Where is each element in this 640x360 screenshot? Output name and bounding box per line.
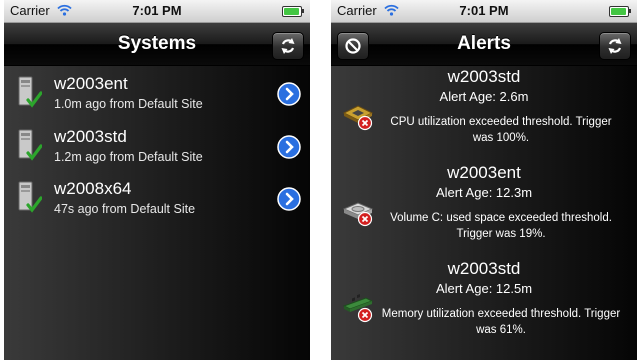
- alert-age: Alert Age: 12.5m: [435, 281, 533, 296]
- system-last-seen: 1.2m ago from Default Site: [54, 150, 203, 164]
- system-name: w2003std: [54, 127, 127, 146]
- server-ok-icon: [18, 129, 42, 161]
- alerts-screen: Carrier 7:01 PM Alerts w2003std Alert Ag…: [331, 0, 637, 360]
- battery-icon: [282, 6, 304, 17]
- status-time: 7:01 PM: [132, 3, 182, 18]
- alert-system-name: w2003std: [447, 259, 521, 278]
- system-last-seen: 1.0m ago from Default Site: [54, 97, 203, 111]
- refresh-icon: [608, 38, 622, 54]
- disk-alert-icon: [342, 202, 374, 227]
- alert-message: CPU utilization exceeded threshold. Trig…: [390, 116, 612, 144]
- nav-bar: Systems: [4, 23, 310, 66]
- alert-item[interactable]: w2003std Alert Age: 12.5m Memory utiliza…: [331, 259, 637, 355]
- system-row[interactable]: w2003ent 1.0m ago from Default Site: [4, 70, 310, 122]
- page-title: Alerts: [457, 33, 511, 54]
- status-bar: Carrier 7:01 PM: [331, 0, 637, 23]
- system-name: w2008x64: [54, 179, 132, 198]
- refresh-button[interactable]: [272, 32, 304, 60]
- battery-icon: [609, 6, 631, 17]
- alert-message: Memory utilization exceeded threshold. T…: [381, 308, 621, 336]
- disclosure-arrow-icon[interactable]: [277, 135, 301, 159]
- refresh-button[interactable]: [599, 32, 631, 60]
- status-bar: Carrier 7:01 PM: [4, 0, 310, 23]
- system-name: w2003ent: [54, 74, 128, 93]
- systems-screen: Carrier 7:01 PM Systems w2003ent 1.0m ag…: [4, 0, 310, 360]
- alert-item[interactable]: w2003std Alert Age: 2.6m CPU utilization…: [331, 67, 637, 163]
- server-ok-icon: [18, 76, 42, 108]
- system-row[interactable]: w2003std 1.2m ago from Default Site: [4, 123, 310, 175]
- cpu-alert-icon: [342, 105, 374, 131]
- alert-item[interactable]: w2003ent Alert Age: 12.3m Volume C: used…: [331, 163, 637, 259]
- refresh-icon: [281, 38, 295, 54]
- disclosure-arrow-icon[interactable]: [277, 187, 301, 211]
- disclosure-arrow-icon[interactable]: [277, 82, 301, 106]
- system-row[interactable]: w2008x64 47s ago from Default Site: [4, 175, 310, 227]
- alert-age: Alert Age: 12.3m: [435, 185, 533, 200]
- alert-message: Volume C: used space exceeded threshold.…: [390, 212, 612, 240]
- alert-system-name: w2003ent: [447, 163, 521, 182]
- alert-system-name: w2003std: [447, 67, 521, 86]
- nav-bar: Alerts: [331, 23, 637, 66]
- alert-age: Alert Age: 2.6m: [439, 89, 529, 104]
- server-ok-icon: [18, 181, 42, 213]
- status-time: 7:01 PM: [459, 3, 509, 18]
- page-title: Systems: [117, 33, 197, 54]
- system-last-seen: 47s ago from Default Site: [54, 202, 196, 216]
- memory-alert-icon: [342, 294, 374, 323]
